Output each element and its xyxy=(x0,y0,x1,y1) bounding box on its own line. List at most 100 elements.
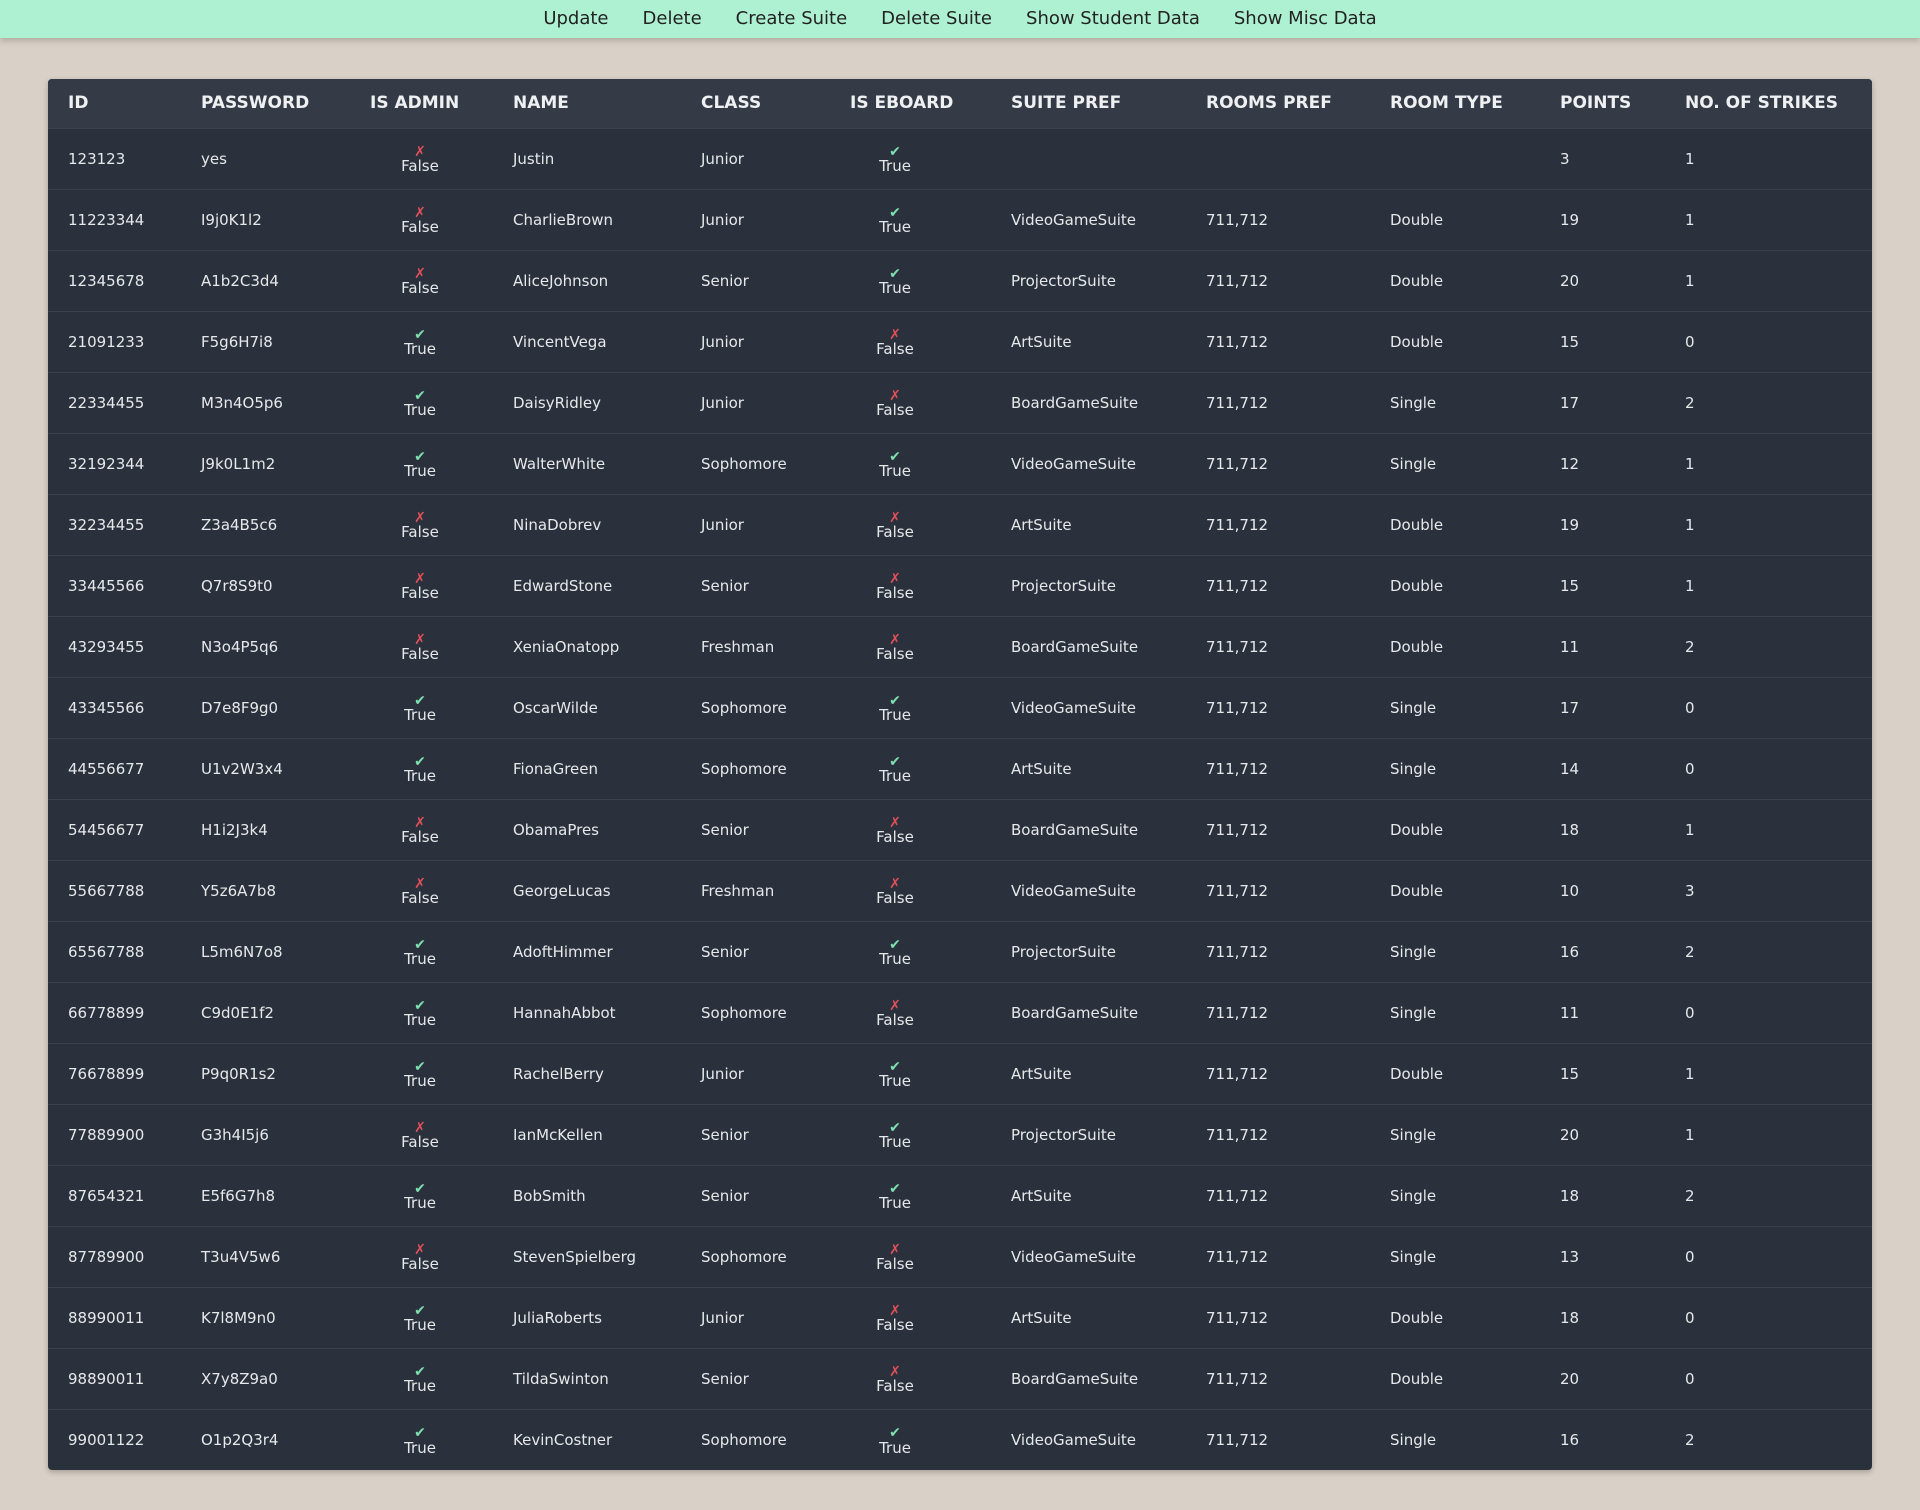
table-row[interactable]: 87654321 E5f6G7h8 ✔ True BobSmith Senior ✔ True… xyxy=(48,1165,1872,1226)
header-password[interactable]: PASSWORD xyxy=(181,79,350,128)
bool-value: ✔ True xyxy=(830,694,960,724)
cell-room-type: Single xyxy=(1390,1247,1437,1266)
cell-id: 43345566 xyxy=(68,698,145,717)
delete-suite-button[interactable]: Delete Suite xyxy=(864,0,1009,38)
bool-value: ✗ False xyxy=(830,999,960,1029)
table-row[interactable]: 66778899 C9d0E1f2 ✔ True HannahAbbot Sophomor… xyxy=(48,982,1872,1043)
cell-class: Junior xyxy=(701,1064,744,1083)
cell-class: Senior xyxy=(701,576,749,595)
cell-id: 43293455 xyxy=(68,637,145,656)
cell-rooms-pref: 711,712 xyxy=(1206,1247,1269,1266)
cell-password: P9q0R1s2 xyxy=(201,1064,276,1083)
table-row[interactable]: 43345566 D7e8F9g0 ✔ True OscarWilde Sophomore… xyxy=(48,677,1872,738)
cell-name: AliceJohnson xyxy=(513,271,609,290)
bool-label: False xyxy=(401,218,439,237)
table-row[interactable]: 33445566 Q7r8S9t0 ✗ False EdwardStone Senior ✗… xyxy=(48,555,1872,616)
header-room-type[interactable]: ROOM TYPE xyxy=(1370,79,1540,128)
cell-strikes: 0 xyxy=(1685,759,1695,778)
cell-is-eboard: ✗ False xyxy=(830,494,991,555)
update-button[interactable]: Update xyxy=(526,0,625,38)
cell-class: Freshman xyxy=(701,881,775,900)
cell-is-admin: ✔ True xyxy=(350,433,493,494)
cell-class: Sophomore xyxy=(701,454,787,473)
bool-value: ✔ True xyxy=(830,1121,960,1151)
table-row[interactable]: 99001122 O1p2Q3r4 ✔ True KevinCostner Sophomo… xyxy=(48,1409,1872,1470)
table-row[interactable]: 32192344 J9k0L1m2 ✔ True WalterWhite Sophomor… xyxy=(48,433,1872,494)
cell-suite-pref: ArtSuite xyxy=(1011,1186,1072,1205)
cell-id: 87654321 xyxy=(68,1186,145,1205)
cell-id: 99001122 xyxy=(68,1430,145,1449)
table-row[interactable]: 43293455 N3o4P5q6 ✗ False XeniaOnatopp Freshm… xyxy=(48,616,1872,677)
table-row[interactable]: 55667788 Y5z6A7b8 ✗ False GeorgeLucas Freshma… xyxy=(48,860,1872,921)
table-row[interactable]: 65567788 L5m6N7o8 ✔ True AdoftHimmer Senior ✔ T… xyxy=(48,921,1872,982)
cell-strikes: 1 xyxy=(1685,1125,1695,1144)
table-row[interactable]: 76678899 P9q0R1s2 ✔ True RachelBerry Junior ✔ T… xyxy=(48,1043,1872,1104)
header-is-admin[interactable]: IS ADMIN xyxy=(350,79,493,128)
table-row[interactable]: 12345678 A1b2C3d4 ✗ False AliceJohnson Senior… xyxy=(48,250,1872,311)
bool-value: ✔ True xyxy=(830,145,960,175)
cell-class: Junior xyxy=(701,210,744,229)
bool-value: ✔ True xyxy=(830,1426,960,1456)
cell-is-eboard: ✔ True xyxy=(830,921,991,982)
cell-is-admin: ✔ True xyxy=(350,921,493,982)
header-id[interactable]: ID xyxy=(48,79,181,128)
bool-label: False xyxy=(876,401,914,420)
header-rooms-pref[interactable]: ROOMS PREF xyxy=(1186,79,1370,128)
cell-room-type: Single xyxy=(1390,1186,1437,1205)
header-points[interactable]: POINTS xyxy=(1540,79,1665,128)
create-suite-button[interactable]: Create Suite xyxy=(719,0,865,38)
table-row[interactable]: 77889900 G3h4I5j6 ✗ False IanMcKellen Senior ✔… xyxy=(48,1104,1872,1165)
bool-label: True xyxy=(404,706,436,725)
cell-rooms-pref: 711,712 xyxy=(1206,698,1269,717)
table-row[interactable]: 123123 yes ✗ False Justin Junior ✔ True 3 1 xyxy=(48,128,1872,189)
cell-points: 11 xyxy=(1560,637,1580,656)
cell-id: 55667788 xyxy=(68,881,145,900)
table-row[interactable]: 98890011 X7y8Z9a0 ✔ True TildaSwinton Senior ✗… xyxy=(48,1348,1872,1409)
cell-points: 11 xyxy=(1560,1003,1580,1022)
bool-value: ✔ True xyxy=(830,206,960,236)
table-row[interactable]: 32234455 Z3a4B5c6 ✗ False NinaDobrev Junior ✗ F… xyxy=(48,494,1872,555)
cell-is-admin: ✔ True xyxy=(350,1287,493,1348)
table-row[interactable]: 88990011 K7l8M9n0 ✔ True JuliaRoberts Junior ✗… xyxy=(48,1287,1872,1348)
header-class[interactable]: CLASS xyxy=(681,79,830,128)
cell-class: Senior xyxy=(701,1369,749,1388)
bool-label: True xyxy=(404,950,436,969)
cell-is-admin: ✗ False xyxy=(350,860,493,921)
table-row[interactable]: 21091233 F5g6H7i8 ✔ True VincentVega Junior ✗ F… xyxy=(48,311,1872,372)
bool-label: False xyxy=(876,1011,914,1030)
cell-room-type: Single xyxy=(1390,759,1437,778)
show-student-data-button[interactable]: Show Student Data xyxy=(1009,0,1217,38)
table-row[interactable]: 22334455 M3n4O5p6 ✔ True DaisyRidley Junior ✗ F… xyxy=(48,372,1872,433)
cell-name: TildaSwinton xyxy=(513,1369,609,1388)
cell-suite-pref: BoardGameSuite xyxy=(1011,393,1139,412)
header-name[interactable]: NAME xyxy=(493,79,681,128)
bool-value: ✔ True xyxy=(350,1426,490,1456)
cell-is-eboard: ✗ False xyxy=(830,982,991,1043)
header-strikes[interactable]: NO. OF STRIKES xyxy=(1665,79,1872,128)
header-suite-pref[interactable]: SUITE PREF xyxy=(991,79,1186,128)
cell-class: Senior xyxy=(701,942,749,961)
cell-class: Senior xyxy=(701,1186,749,1205)
table-row[interactable]: 44556677 U1v2W3x4 ✔ True FionaGreen Sophomore… xyxy=(48,738,1872,799)
cell-name: AdoftHimmer xyxy=(513,942,613,961)
cell-id: 11223344 xyxy=(68,210,145,229)
cell-is-admin: ✔ True xyxy=(350,1043,493,1104)
table-row[interactable]: 11223344 I9j0K1l2 ✗ False CharlieBrown Junior… xyxy=(48,189,1872,250)
cell-class: Junior xyxy=(701,332,744,351)
cell-password: L5m6N7o8 xyxy=(201,942,283,961)
cell-is-eboard: ✗ False xyxy=(830,372,991,433)
cell-rooms-pref: 711,712 xyxy=(1206,759,1269,778)
table-row[interactable]: 87789900 T3u4V5w6 ✗ False StevenSpielberg Sop… xyxy=(48,1226,1872,1287)
cell-password: X7y8Z9a0 xyxy=(201,1369,278,1388)
cell-class: Sophomore xyxy=(701,1430,787,1449)
delete-button[interactable]: Delete xyxy=(626,0,719,38)
cell-strikes: 1 xyxy=(1685,271,1695,290)
cell-name: EdwardStone xyxy=(513,576,613,595)
bool-label: False xyxy=(876,645,914,664)
cell-name: NinaDobrev xyxy=(513,515,602,534)
cell-is-admin: ✔ True xyxy=(350,1348,493,1409)
header-is-eboard[interactable]: IS EBOARD xyxy=(830,79,991,128)
show-misc-data-button[interactable]: Show Misc Data xyxy=(1217,0,1394,38)
table-row[interactable]: 54456677 H1i2J3k4 ✗ False ObamaPres Senior ✗ Fa… xyxy=(48,799,1872,860)
bool-value: ✔ True xyxy=(350,450,490,480)
